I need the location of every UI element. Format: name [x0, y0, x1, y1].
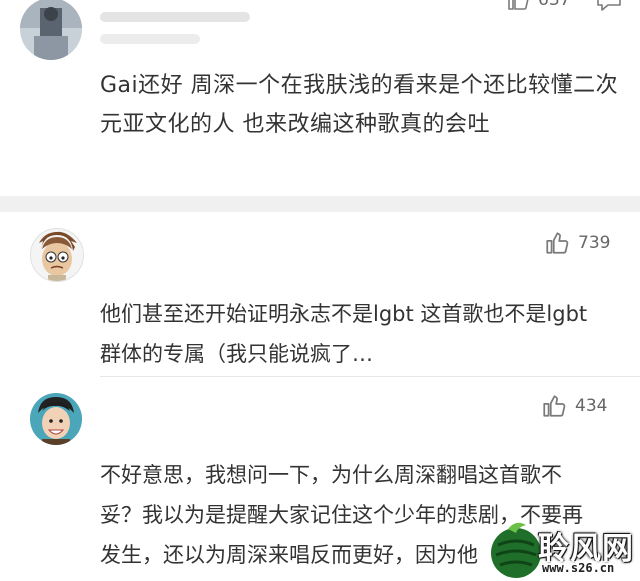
comment-item: 739 他们甚至还开始证明永志不是lgbt 这首歌也不是lgbt群体的专属（我只… [0, 212, 640, 380]
avatar[interactable] [30, 228, 84, 282]
thumbs-up-icon [543, 395, 566, 417]
watermark-url: www.s26.cn [540, 561, 617, 575]
username-blurred [100, 12, 250, 22]
avatar-image [20, 0, 82, 60]
like-count: 739 [578, 233, 611, 253]
comment-item: 637 Gai还好 周深一个在我肤浅的看来是个还比较懂二次元亚文化的人 也来改编… [0, 0, 640, 196]
thumbs-up-icon [546, 232, 569, 254]
like-button[interactable]: 637 [506, 0, 570, 12]
section-separator [0, 196, 640, 212]
site-watermark: 聆风网 www.s26.cn [491, 515, 640, 581]
like-button[interactable]: 739 [544, 230, 610, 256]
avatar[interactable] [20, 0, 82, 60]
thumbs-up-icon [508, 0, 529, 10]
avatar[interactable] [30, 393, 82, 445]
comment-text: 他们甚至还开始证明永志不是lgbt 这首歌也不是lgbt群体的专属（我只能说疯了… [100, 302, 588, 366]
avatar-image [30, 393, 82, 445]
comment-text: Gai还好 周深一个在我肤浅的看来是个还比较懂二次元亚文化的人 也来改编这种歌真… [100, 73, 619, 137]
watermelon-logo-icon [491, 522, 541, 578]
reply-icon[interactable] [596, 0, 622, 16]
like-count: 637 [538, 0, 571, 10]
timestamp-blurred [100, 34, 200, 44]
like-button[interactable]: 434 [541, 393, 607, 419]
like-count: 434 [575, 396, 608, 416]
avatar-image [31, 229, 83, 281]
